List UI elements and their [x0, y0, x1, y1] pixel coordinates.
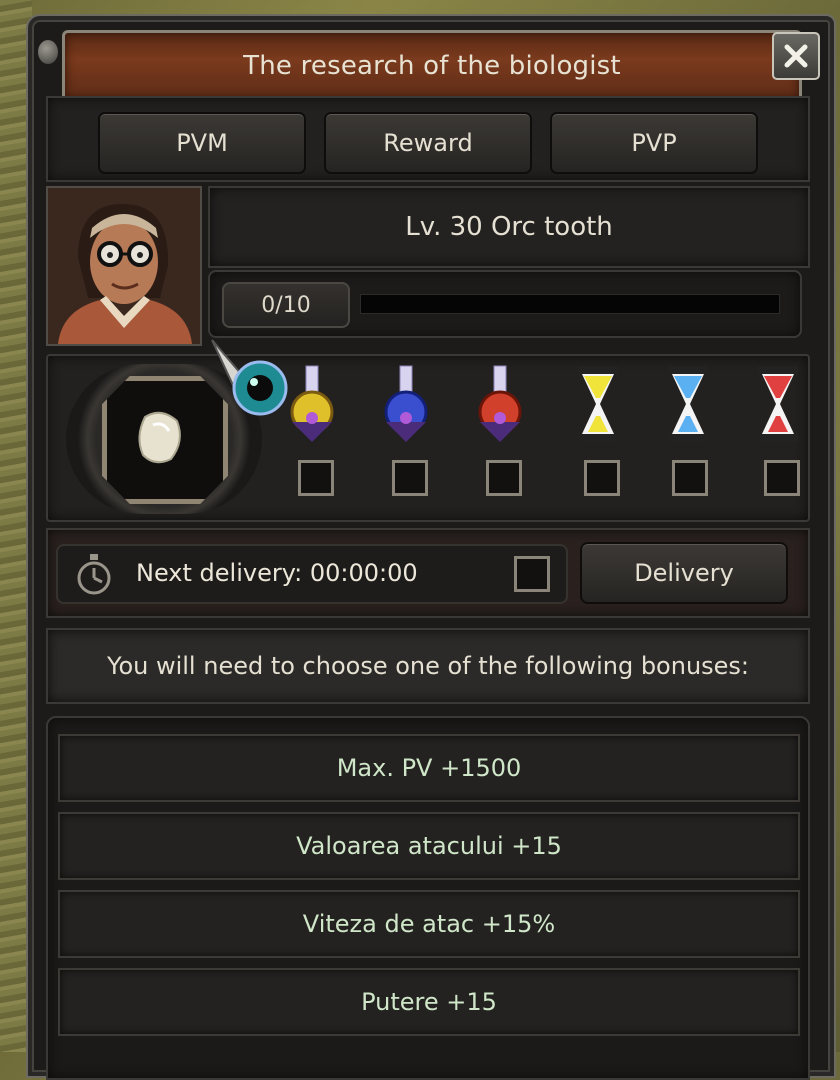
bonus-option-1[interactable]: Max. PV +1500: [58, 734, 800, 802]
red-hourglass-icon: [758, 366, 798, 442]
progress-bar: [360, 294, 780, 314]
window-title: The research of the biologist: [243, 51, 621, 81]
close-icon: [784, 44, 808, 68]
next-delivery-text: Next delivery: 00:00:00: [136, 559, 418, 587]
bonus-header: You will need to choose one of the follo…: [46, 628, 810, 704]
delivery-button[interactable]: Delivery: [580, 542, 788, 604]
booster-checkbox-3[interactable]: [486, 460, 522, 496]
biologist-window: The research of the biologist PVM Reward…: [26, 14, 836, 1080]
tab-pvp[interactable]: PVP: [550, 112, 758, 174]
tab-pvm[interactable]: PVM: [98, 112, 306, 174]
delivery-panel: Next delivery: 00:00:00 Delivery: [46, 528, 810, 618]
delivery-items-panel: [46, 339, 810, 522]
bonus-list: Max. PV +1500 Valoarea atacului +15 Vite…: [46, 716, 810, 1080]
biologist-avatar: [48, 188, 200, 344]
booster-checkbox-6[interactable]: [764, 460, 800, 496]
blue-potion-icon: [384, 365, 428, 442]
yellow-hourglass-icon: [578, 366, 618, 442]
bonus-option-2[interactable]: Valoarea atacului +15: [58, 812, 800, 880]
booster-checkbox-5[interactable]: [672, 460, 708, 496]
orc-tooth-icon: [138, 411, 181, 464]
booster-checkbox-2[interactable]: [392, 460, 428, 496]
progress-count: 0/10: [222, 282, 350, 328]
booster-checkbox-4[interactable]: [584, 460, 620, 496]
close-button[interactable]: [772, 32, 820, 80]
npc-portrait: [46, 186, 202, 346]
tab-bar: PVM Reward PVP: [46, 96, 810, 182]
red-potion-icon: [478, 365, 522, 442]
blue-hourglass-icon: [668, 366, 708, 442]
progress-panel: 0/10: [208, 270, 802, 338]
yellow-potion-icon: [290, 365, 334, 442]
delivery-checkbox[interactable]: [514, 556, 550, 592]
delivery-timer: Next delivery: 00:00:00: [56, 544, 568, 604]
stopwatch-icon: [77, 554, 111, 595]
quest-title: Lv. 30 Orc tooth: [208, 186, 810, 268]
booster-checkbox-1[interactable]: [298, 460, 334, 496]
window-knob-icon: [38, 40, 58, 64]
title-bar[interactable]: The research of the biologist: [62, 30, 802, 102]
bonus-option-3[interactable]: Viteza de atac +15%: [58, 890, 800, 958]
bonus-option-4[interactable]: Putere +15: [58, 968, 800, 1036]
tab-reward[interactable]: Reward: [324, 112, 532, 174]
